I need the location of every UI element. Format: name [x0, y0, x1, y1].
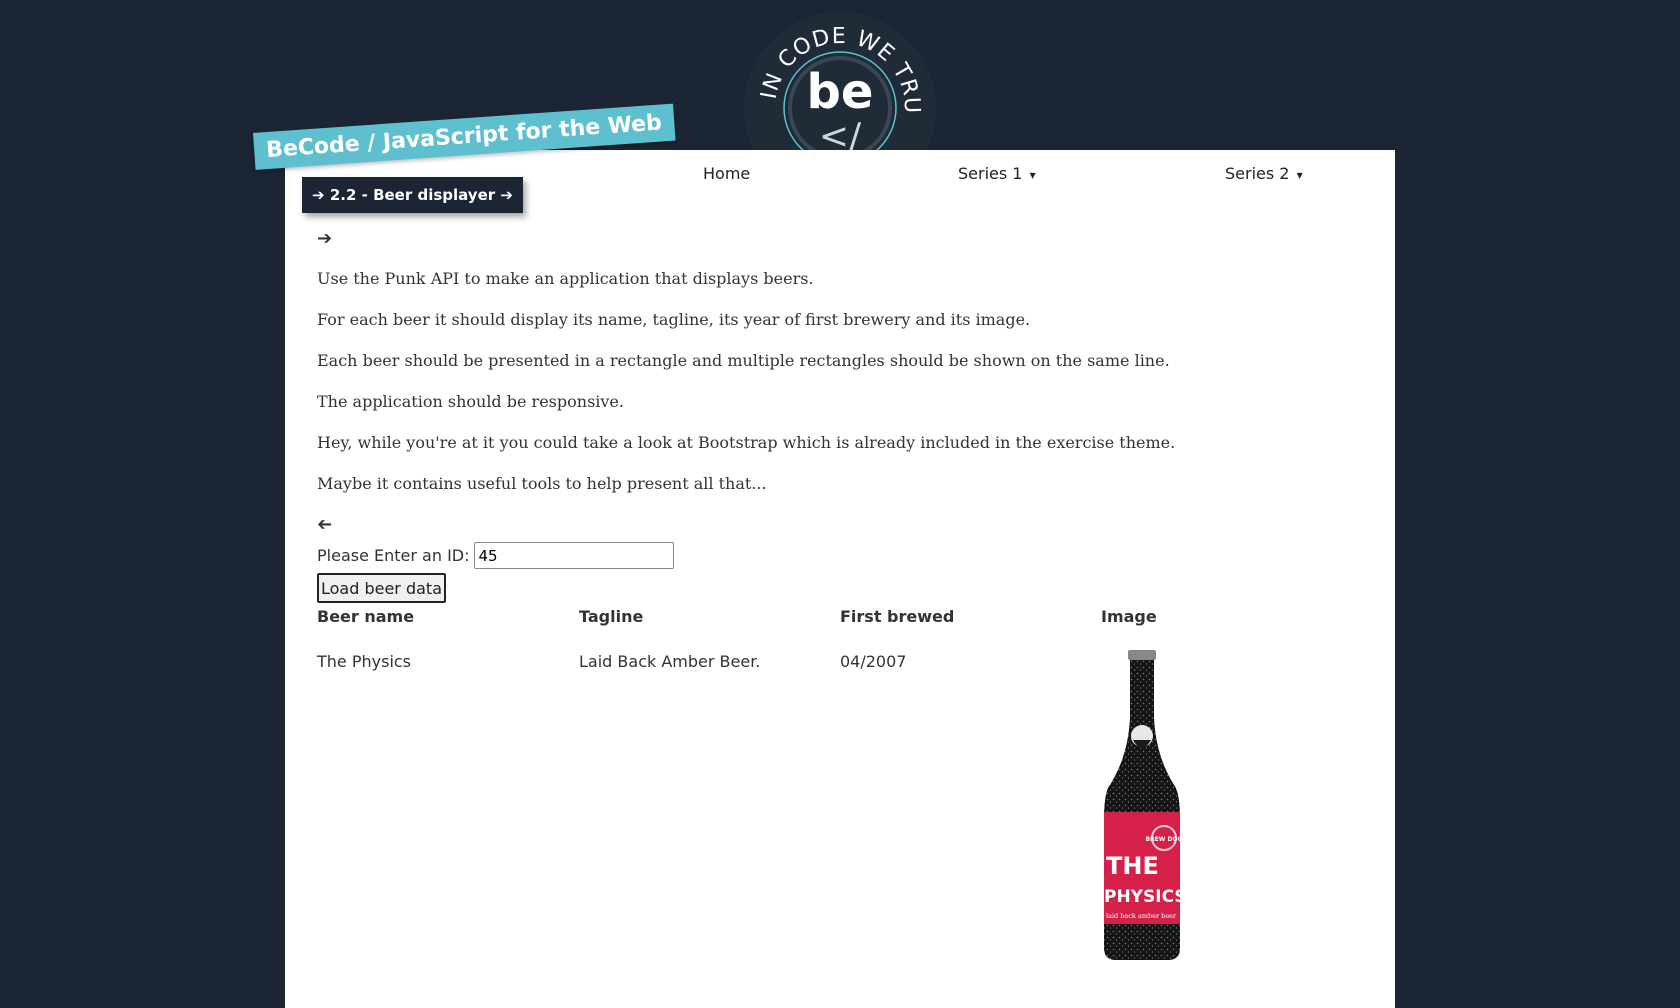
beer-first-brewed-cell: 04/2007	[840, 652, 907, 671]
header-tagline: Tagline	[579, 607, 644, 626]
exercise-title: ➔ 2.2 - Beer displayer ➔	[302, 177, 523, 213]
description-paragraph: The application should be responsive.	[317, 392, 624, 411]
nav-home-link[interactable]: Home	[703, 164, 750, 183]
header-first-brewed: First brewed	[840, 607, 955, 626]
logo-glyph: </	[819, 116, 862, 150]
bottle-label-line2: PHYSICS	[1104, 887, 1184, 907]
nav-series-2-dropdown[interactable]: Series 2 ▾	[1225, 164, 1303, 183]
becode-logo: IN CODE WE TRUST be </	[735, 8, 945, 150]
logo-mark: be	[807, 64, 874, 120]
header-beer-name: Beer name	[317, 607, 415, 626]
load-beer-button[interactable]: Load beer data	[317, 573, 446, 603]
nav-series-2-label: Series 2	[1225, 164, 1290, 183]
description-paragraph: Use the Punk API to make an application …	[317, 269, 814, 288]
description-paragraph: Hey, while you're at it you could take a…	[317, 433, 1176, 452]
id-form: Please Enter an ID:	[317, 542, 674, 569]
description-paragraph: Each beer should be presented in a recta…	[317, 351, 1170, 370]
nav-series-1-dropdown[interactable]: Series 1 ▾	[958, 164, 1036, 183]
beer-bottle-image: BREW DOG THE PHYSICS laid back amber bee…	[1100, 648, 1187, 966]
chevron-down-icon: ▾	[1029, 168, 1036, 182]
beer-tagline-cell: Laid Back Amber Beer.	[579, 652, 761, 671]
arrow-right-icon: ➔	[317, 228, 333, 249]
description-paragraph: For each beer it should display its name…	[317, 310, 1031, 329]
description-paragraph: Maybe it contains useful tools to help p…	[317, 474, 767, 493]
header-image: Image	[1101, 607, 1157, 626]
bottle-label-tagline: laid back amber beer	[1106, 912, 1177, 920]
bottle-brand-text: BREW DOG	[1145, 836, 1182, 843]
beer-name-cell: The Physics	[317, 652, 412, 671]
bottle-label-line1: THE	[1106, 852, 1159, 880]
id-label: Please Enter an ID:	[317, 546, 470, 565]
nav-series-1-label: Series 1	[958, 164, 1023, 183]
arrow-left-icon: ➔	[317, 514, 333, 535]
exercise-description: ➔ Use the Punk API to make an applicatio…	[317, 228, 1217, 538]
chevron-down-icon: ▾	[1296, 168, 1303, 182]
beer-id-input[interactable]	[473, 542, 674, 569]
